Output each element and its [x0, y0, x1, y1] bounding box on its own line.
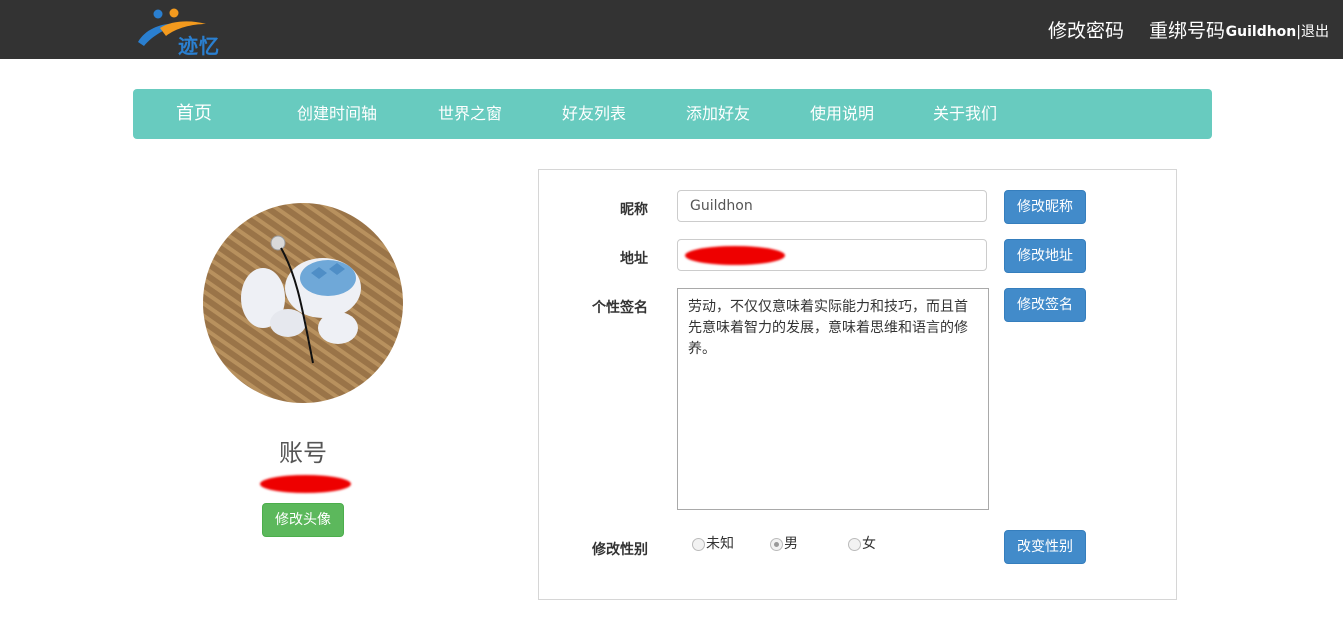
nav-item-about-us[interactable]: 关于我们: [933, 89, 997, 139]
nav-item-world-window[interactable]: 世界之窗: [438, 89, 502, 139]
signature-label: 个性签名: [592, 300, 648, 316]
change-nickname-button[interactable]: 修改昵称: [1004, 190, 1086, 224]
avatar: [203, 203, 403, 403]
account-label: 账号: [279, 439, 327, 467]
account-redaction: [260, 475, 351, 493]
gender-option-unknown[interactable]: 未知: [692, 533, 734, 553]
change-password-link[interactable]: 修改密码: [1048, 16, 1124, 43]
nav-item-home[interactable]: 首页: [176, 89, 212, 139]
change-signature-button[interactable]: 修改签名: [1004, 288, 1086, 322]
radio-icon[interactable]: [692, 537, 705, 551]
change-avatar-button[interactable]: 修改头像: [262, 503, 344, 537]
rebind-number-link[interactable]: 重绑号码: [1149, 16, 1225, 43]
radio-checked-icon[interactable]: [770, 537, 783, 551]
main-nav: 首页 创建时间轴 世界之窗 好友列表 添加好友 使用说明 关于我们: [133, 89, 1212, 139]
top-header-bar: 迹忆 修改密码 重绑号码 Guildhon|退出: [0, 0, 1343, 59]
change-address-button[interactable]: 修改地址: [1004, 239, 1086, 273]
nav-item-friend-list[interactable]: 好友列表: [562, 89, 626, 139]
radio-icon[interactable]: [848, 537, 861, 551]
nav-item-instructions[interactable]: 使用说明: [810, 89, 874, 139]
gender-option-label: 未知: [706, 536, 734, 552]
address-redaction: [685, 246, 785, 265]
logo-text: 迹忆: [178, 34, 220, 58]
username[interactable]: Guildhon: [1226, 24, 1297, 40]
nickname-input[interactable]: Guildhon: [677, 190, 987, 222]
nickname-label: 昵称: [620, 202, 648, 218]
nav-item-add-friend[interactable]: 添加好友: [686, 89, 750, 139]
logout-link[interactable]: 退出: [1301, 24, 1329, 40]
gender-option-male[interactable]: 男: [770, 533, 798, 553]
user-info: Guildhon|退出: [1226, 21, 1329, 41]
profile-form-panel: 昵称 Guildhon 修改昵称 地址 修改地址 个性签名 劳动，不仅仅意味着实…: [538, 169, 1177, 600]
gender-option-female[interactable]: 女: [848, 533, 876, 553]
change-gender-button[interactable]: 改变性别: [1004, 530, 1086, 564]
gender-option-label: 女: [862, 536, 876, 552]
signature-textarea[interactable]: 劳动，不仅仅意味着实际能力和技巧，而且首先意味着智力的发展，意味着思维和语言的修…: [677, 288, 989, 510]
address-label: 地址: [620, 251, 648, 267]
avatar-photo: [203, 203, 403, 403]
nav-item-create-timeline[interactable]: 创建时间轴: [297, 89, 377, 139]
gender-label: 修改性别: [592, 542, 648, 558]
gender-option-label: 男: [784, 536, 798, 552]
site-logo[interactable]: 迹忆: [136, 6, 226, 58]
